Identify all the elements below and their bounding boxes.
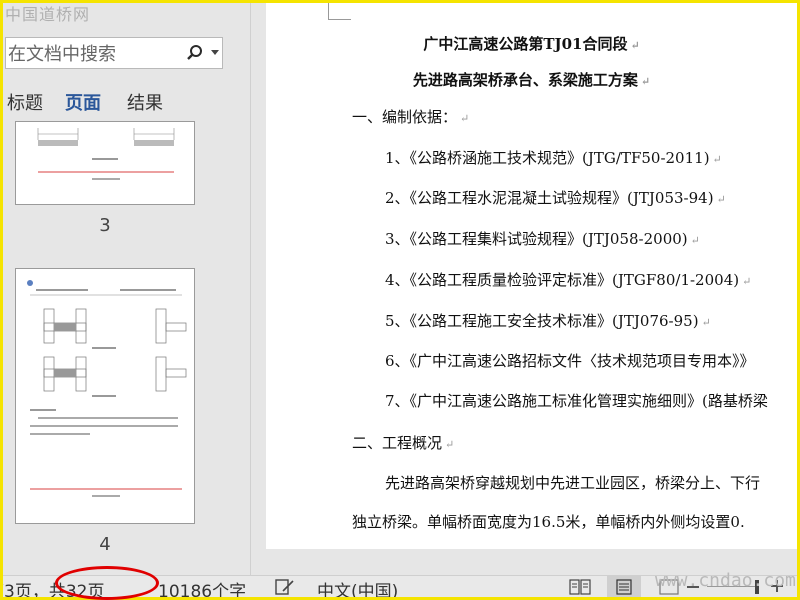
print-layout-button[interactable] [607,576,641,597]
paragraph-item: 2、《公路工程水泥混凝土试验规程》(JTJ053-94) ↵ [385,189,726,207]
paragraph-item: 1、《公路桥涵施工技术规范》(JTG/TF50-2011) ↵ [385,149,722,167]
thumbnail-3-number: 3 [99,215,111,236]
read-mode-icon[interactable] [569,579,591,595]
doc-title-2: 先进路高架桥承台、系梁施工方案 ↵ [412,71,651,89]
paragraph-item: 3、《公路工程集料试验规程》(JTJ058-2000) ↵ [385,230,700,248]
section-heading-1: 一、编制依据： ↵ [352,108,470,126]
paragraph-body: 独立桥梁。单幅桥面宽度为16.5米，单幅桥内外侧均设置0. [352,513,745,531]
page-thumbnail-3[interactable] [15,121,195,205]
thumbnail-4-preview [27,280,187,497]
document-area: 广中江高速公路第TJ01合同段 ↵ 先进路高架桥承台、系梁施工方案 ↵ 一、编制依据… [266,3,797,575]
document-page[interactable]: 广中江高速公路第TJ01合同段 ↵ 先进路高架桥承台、系梁施工方案 ↵ 一、编制依据… [266,3,797,549]
language-status[interactable]: 中文(中国) [317,577,398,597]
thumbnail-3-preview [37,128,175,180]
section-heading-2: 二、工程概况 ↵ [352,434,455,452]
paragraph-item: 4、《公路工程质量检验评定标准》(JTGF80/1-2004) ↵ [385,271,752,289]
paragraph-item: 6、《广中江高速公路招标文件〈技术规范项目专用本》》 [385,352,755,370]
search-options-dropdown-icon[interactable] [211,50,219,55]
paragraph-body: 先进路高架桥穿越规划中先进工业园区，桥梁分上、下行 [385,474,761,492]
print-layout-icon [616,579,632,595]
tab-headings[interactable]: 标题 [7,89,43,115]
site-watermark: 中国道桥网 [5,5,91,24]
paragraph-item: 7、《广中江高速公路施工标准化管理实施细则》(路基桥梁 [385,392,768,410]
site-url-watermark: www.cndao.com [655,570,796,591]
doc-title-1: 广中江高速公路第TJ01合同段 ↵ [423,35,640,53]
paragraph-item: 5、《公路工程施工安全技术标准》(JTJ076-95) ↵ [385,312,711,330]
tab-results[interactable]: 结果 [127,89,163,115]
word-window: 中国道桥网 标题 页面 结果 [0,0,800,600]
proofing-icon[interactable] [275,578,295,596]
tab-pages[interactable]: 页面 [65,89,101,115]
search-input[interactable] [6,38,180,70]
navigation-pane: 中国道桥网 标题 页面 结果 [3,3,250,575]
nav-pane-scrollbar[interactable] [250,3,267,575]
page-margin-corner [328,3,351,20]
search-icon[interactable] [186,44,204,62]
red-highlight-oval [55,566,159,600]
page-thumbnail-4[interactable] [15,268,195,524]
search-box[interactable] [5,37,223,70]
thumbnail-4-number: 4 [99,534,111,555]
word-count-status[interactable]: 10186个字 [158,577,246,597]
